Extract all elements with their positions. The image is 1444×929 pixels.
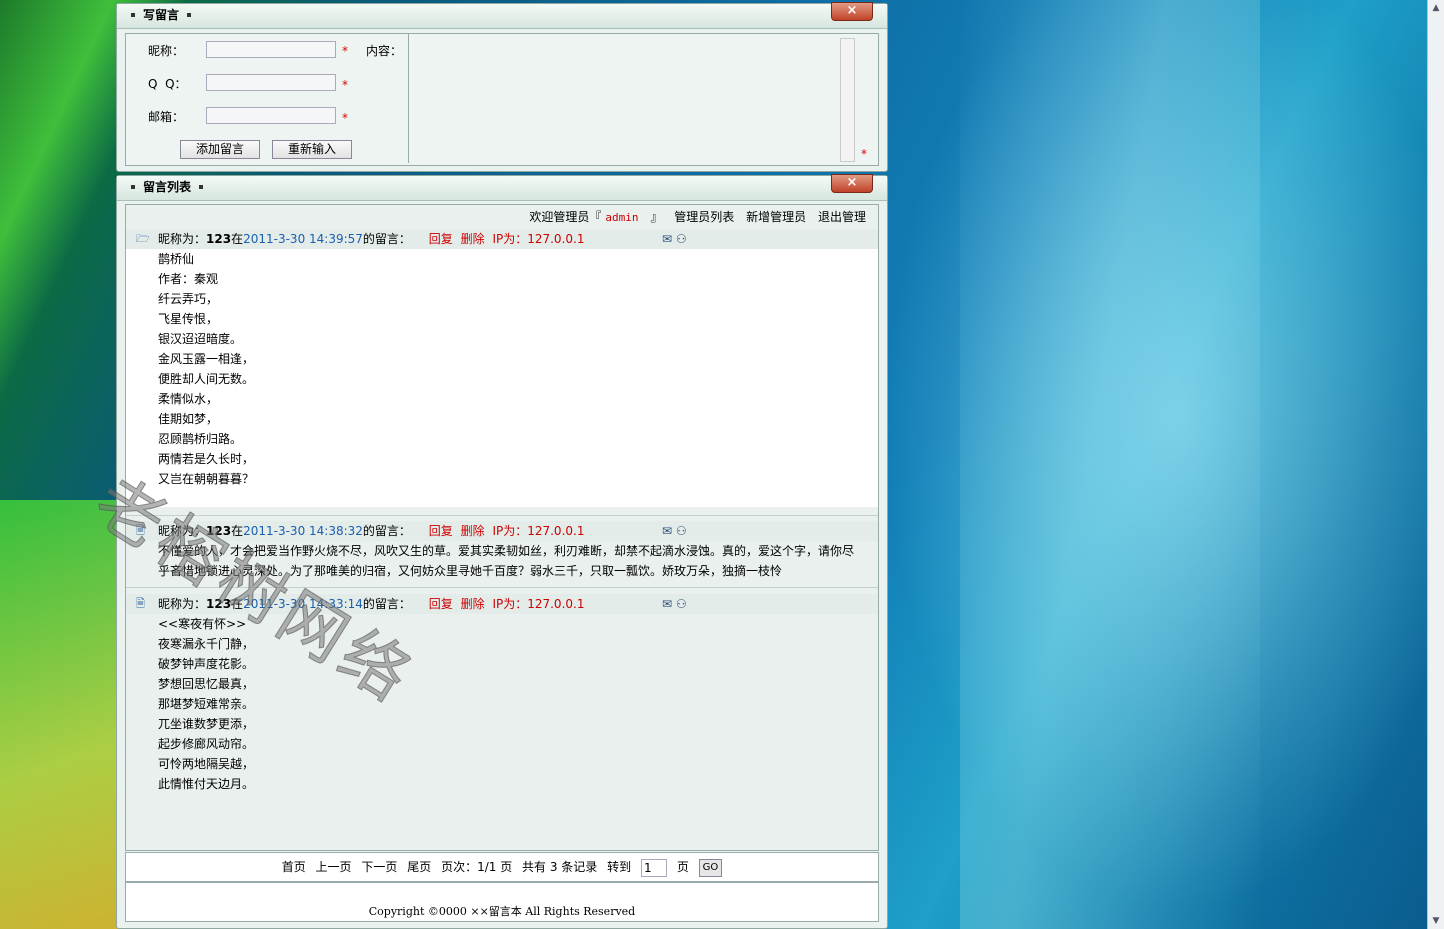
write-panel-close-button[interactable]: × xyxy=(831,2,873,21)
bullet-icon xyxy=(131,12,135,17)
email-input[interactable] xyxy=(206,107,336,124)
message-body: 鹊桥仙 作者：秦观 纤云弄巧， 飞星传恨， 银汉迢迢暗度。 金风玉露一相逢， 便胜却人间无数… xyxy=(126,249,878,507)
add-admin-link[interactable]: 新增管理员 xyxy=(746,210,806,224)
email-icon[interactable]: ✉ xyxy=(662,524,672,538)
message-body: 不懂爱的人，才会把爱当作野火烧不尽，风吹又生的草。爱其实柔韧如丝，利刃难断，却禁… xyxy=(158,544,855,578)
list-panel-header: 留言列表 × xyxy=(117,174,887,201)
qq-icon[interactable]: ⚇ xyxy=(676,524,687,538)
goto-label: 转到 xyxy=(607,860,632,874)
textarea-scrollbar[interactable] xyxy=(840,38,855,162)
delete-link[interactable]: 删除 xyxy=(461,232,485,246)
reply-link[interactable]: 回复 xyxy=(429,524,453,538)
content-required-mark: * xyxy=(861,147,867,161)
scroll-up-icon[interactable]: ▲ xyxy=(1430,2,1442,14)
content-textarea[interactable]: * xyxy=(408,34,867,163)
footer: Copyright ©0000 ××留言本 All Rights Reserve… xyxy=(125,882,879,922)
scroll-down-icon[interactable]: ▼ xyxy=(1430,915,1442,927)
qq-icon[interactable]: ⚇ xyxy=(676,232,687,246)
message-header: 🗎 昵称为：123在2011-3-30 14:38:32的留言： 回复 删除 I… xyxy=(126,521,878,541)
write-panel-header: 写留言 × xyxy=(117,2,887,29)
admin-name: admin xyxy=(605,211,639,224)
wallpaper-green-glow xyxy=(0,500,130,929)
message-header: 🗎 昵称为：123在2011-3-30 14:33:14的留言： 回复 删除 I… xyxy=(126,594,878,614)
message-meta: 昵称为：123在2011-3-30 14:38:32的留言： 回复 删除 IP为… xyxy=(158,524,585,538)
ip-text: IP为：127.0.0.1 xyxy=(492,597,585,611)
nickname-input[interactable] xyxy=(206,41,336,58)
email-icon[interactable]: ✉ xyxy=(662,232,672,246)
message-meta: 昵称为：123在2011-3-30 14:39:57的留言： 回复 删除 IP为… xyxy=(158,232,585,246)
nickname-required-mark: * xyxy=(342,44,348,58)
message-header: 🗁 昵称为：123在2011-3-30 14:39:57的留言： 回复 删除 I… xyxy=(126,229,878,249)
nickname-label: 昵称： xyxy=(148,44,185,58)
message-body: <<寒夜有怀>> 夜寒漏永千门静， 破梦钟声度花影。 梦想回思忆最真， 那堪梦短难常亲。… xyxy=(158,617,255,791)
document-icon: 🗎 xyxy=(136,597,145,610)
qq-required-mark: * xyxy=(342,78,348,92)
pagination: 首页 上一页 下一页 尾页 页次：1/1 页 共有 3 条记录 转到 1 页 G… xyxy=(125,852,879,882)
first-page-link[interactable]: 首页 xyxy=(282,860,306,874)
reply-link[interactable]: 回复 xyxy=(429,597,453,611)
logout-link[interactable]: 退出管理 xyxy=(818,210,866,224)
message-tools: ✉ ⚇ xyxy=(662,594,687,614)
record-count: 共有 3 条记录 xyxy=(522,860,598,874)
admin-bar: 欢迎管理员『 admin』 管理员列表 新增管理员 退出管理 xyxy=(126,205,878,229)
page-info: 页次：1/1 页 xyxy=(441,860,513,874)
open-folder-icon: 🗁 xyxy=(136,232,150,245)
delete-link[interactable]: 删除 xyxy=(461,597,485,611)
content-label: 内容： xyxy=(366,44,403,58)
document-icon: 🗎 xyxy=(136,524,145,537)
message-tools: ✉ ⚇ xyxy=(662,521,687,541)
page-unit: 页 xyxy=(676,860,689,874)
go-button[interactable]: GO xyxy=(698,858,723,877)
list-item: 🗎 昵称为：123在2011-3-30 14:38:32的留言： 回复 删除 I… xyxy=(126,516,878,581)
bullet-icon xyxy=(187,12,192,17)
message-list-panel: 留言列表 × 欢迎管理员『 admin』 管理员列表 新增管理员 退出管理 🗁 昵… xyxy=(116,174,888,929)
bullet-icon xyxy=(131,184,135,189)
email-label: 邮箱： xyxy=(148,110,185,124)
add-message-button[interactable]: 添加留言 xyxy=(180,140,260,159)
wallpaper-light-streak xyxy=(960,0,1260,929)
email-required-mark: * xyxy=(342,111,348,125)
list-item: 🗎 昵称为：123在2011-3-30 14:33:14的留言： 回复 删除 I… xyxy=(126,588,878,794)
message-tools: ✉ ⚇ xyxy=(662,229,687,249)
ip-text: IP为：127.0.0.1 xyxy=(492,524,585,538)
email-icon[interactable]: ✉ xyxy=(662,597,672,611)
page-scrollbar[interactable]: ▲ ▼ xyxy=(1427,0,1444,929)
write-panel-title: 写留言 xyxy=(127,8,199,22)
copyright-text: Copyright ©0000 ××留言本 All Rights Reserve… xyxy=(368,905,636,918)
message-meta: 昵称为：123在2011-3-30 14:33:14的留言： 回复 删除 IP为… xyxy=(158,597,585,611)
page-number-input[interactable]: 1 xyxy=(640,858,667,877)
list-panel-title: 留言列表 xyxy=(127,180,211,194)
list-panel-close-button[interactable]: × xyxy=(831,174,873,193)
qq-input[interactable] xyxy=(206,74,336,91)
last-page-link[interactable]: 尾页 xyxy=(407,860,431,874)
prev-page-link[interactable]: 上一页 xyxy=(316,860,352,874)
write-form: 昵称： * Q Q： * 邮箱： * 添加留言 重新输入 内容： * xyxy=(125,33,879,166)
reset-button[interactable]: 重新输入 xyxy=(272,140,352,159)
list-item: 🗁 昵称为：123在2011-3-30 14:39:57的留言： 回复 删除 I… xyxy=(126,229,878,507)
write-message-panel: 写留言 × 昵称： * Q Q： * 邮箱： * 添加留言 重新输入 内容： * xyxy=(116,2,888,172)
qq-icon[interactable]: ⚇ xyxy=(676,597,687,611)
qq-label: Q Q： xyxy=(148,77,187,91)
bullet-icon xyxy=(199,184,204,189)
admin-list-link[interactable]: 管理员列表 xyxy=(674,210,734,224)
ip-text: IP为：127.0.0.1 xyxy=(492,232,585,246)
welcome-text: 欢迎管理员『 admin』 xyxy=(529,210,663,224)
delete-link[interactable]: 删除 xyxy=(461,524,485,538)
reply-link[interactable]: 回复 xyxy=(429,232,453,246)
next-page-link[interactable]: 下一页 xyxy=(361,860,397,874)
message-list: 欢迎管理员『 admin』 管理员列表 新增管理员 退出管理 🗁 昵称为：123在… xyxy=(125,204,879,851)
